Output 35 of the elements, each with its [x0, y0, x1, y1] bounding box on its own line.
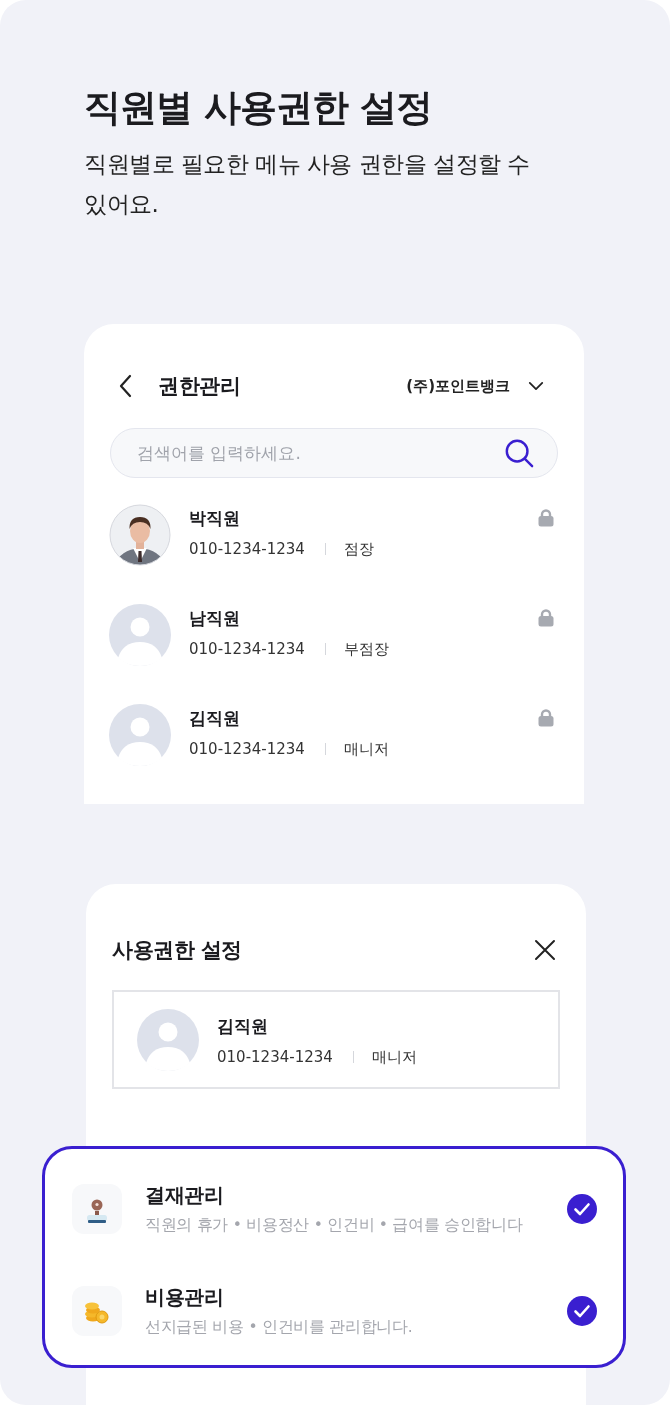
phone-number: 010-1234-1234	[189, 539, 305, 559]
checkbox[interactable]	[567, 1296, 597, 1326]
employee-name: 박직원	[189, 507, 241, 530]
checkbox[interactable]	[567, 1194, 597, 1224]
phone-number: 010-1234-1234	[217, 1047, 333, 1067]
phone-number: 010-1234-1234	[189, 739, 305, 759]
job-title: 부점장	[343, 639, 389, 659]
permission-title: 비용관리	[145, 1284, 224, 1310]
employee-name: 남직원	[189, 607, 241, 630]
stamp-icon	[72, 1184, 122, 1234]
phone-number: 010-1234-1234	[189, 639, 305, 659]
page-title: 직원별 사용권한 설정	[84, 85, 433, 131]
permission-description: 선지급된 비용 • 인건비를 관리합니다.	[145, 1317, 414, 1338]
permission-title: 결재관리	[145, 1182, 224, 1208]
coins-icon	[72, 1286, 122, 1336]
company-selector[interactable]: (주)포인트뱅크	[406, 376, 510, 396]
page-description: 직원별로 필요한 메뉴 사용 권한을 설정할 수 있어요.	[84, 150, 531, 219]
employee-row[interactable]: 남직원 010-1234-1234 부점장	[109, 604, 554, 666]
chevron-down-icon[interactable]	[528, 380, 544, 392]
job-title: 점장	[343, 539, 374, 559]
permission-row[interactable]: 비용관리 선지급된 비용 • 인건비를 관리합니다.	[72, 1286, 597, 1336]
screen-title: 권한관리	[158, 373, 240, 400]
search-field[interactable]: 검색어를 입력하세요.	[110, 428, 558, 478]
employee-name: 김직원	[217, 1015, 269, 1038]
employee-row[interactable]: 김직원 010-1234-1234 매니저	[109, 704, 554, 766]
sheet-title: 사용권한 설정	[112, 937, 242, 964]
permission-row[interactable]: 결재관리 직원의 휴가 • 비용정산 • 인건비 • 급여를 승인합니다	[72, 1184, 597, 1234]
employee-row[interactable]: 박직원 010-1234-1234 점장	[109, 504, 554, 566]
job-title: 매니저	[371, 1047, 417, 1067]
job-title: 매니저	[343, 739, 389, 759]
close-icon[interactable]	[534, 939, 556, 961]
search-icon[interactable]	[504, 438, 534, 468]
back-icon[interactable]	[118, 374, 132, 398]
employee-name: 김직원	[189, 707, 241, 730]
permission-description: 직원의 휴가 • 비용정산 • 인건비 • 급여를 승인합니다	[145, 1215, 524, 1236]
